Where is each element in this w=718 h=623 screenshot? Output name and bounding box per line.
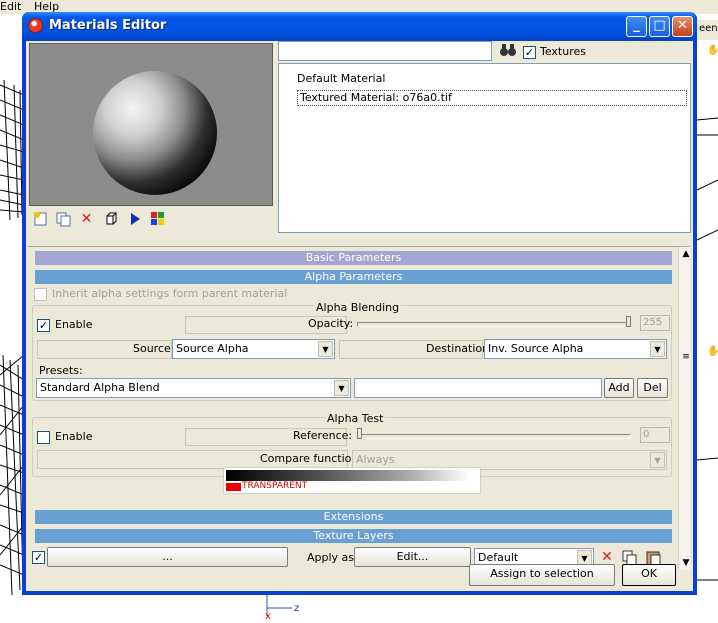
section-extensions[interactable]: Extensions [35, 510, 672, 524]
compare-label: Compare function: [260, 452, 363, 465]
textures-label: Textures [540, 45, 586, 58]
section-basic-parameters[interactable]: Basic Parameters [35, 251, 672, 265]
close-button[interactable]: ✕ [672, 16, 693, 37]
opacity-value: 255 [640, 315, 670, 331]
material-list[interactable]: Default Material Textured Material: o76a… [278, 63, 691, 233]
section-texture-layers[interactable]: Texture Layers [35, 529, 672, 543]
opacity-label: Opacity: [308, 317, 354, 330]
assign-to-selection-button[interactable]: Assign to selection [469, 564, 615, 586]
transparent-swatch [226, 483, 241, 491]
play-icon[interactable] [125, 210, 144, 229]
hand-icon: ✋ [707, 43, 718, 56]
viewport-bottom-left[interactable] [0, 345, 24, 623]
source-label: Source: [133, 342, 175, 355]
test-enable-label: Enable [55, 430, 93, 443]
opacity-slider[interactable] [357, 322, 631, 327]
search-input[interactable] [278, 41, 492, 61]
preview-sphere-render [93, 71, 217, 195]
reference-slider[interactable] [357, 434, 631, 439]
copy-material-icon[interactable] [54, 210, 73, 229]
cube-icon[interactable] [102, 210, 121, 229]
alpha-blending-title: Alpha Blending [314, 301, 402, 314]
source-dropdown[interactable]: Source Alpha ▼ [172, 339, 335, 359]
host-toolbar-strip: een [697, 20, 718, 40]
find-binoculars-icon[interactable] [497, 42, 519, 60]
list-item[interactable]: Textured Material: o76a0.tif [297, 90, 687, 106]
materials-editor-window[interactable]: Materials Editor _ □ ✕ ✕ ✓ Textures Defa… [22, 12, 697, 595]
compare-value: Always [356, 453, 395, 466]
checkmark-icon: ✓ [38, 319, 49, 332]
wireframe-mesh [0, 79, 24, 221]
apply-as-label: Apply as: [307, 551, 358, 564]
test-enable-checkbox[interactable] [37, 431, 50, 444]
chevron-down-icon[interactable]: ▼ [650, 452, 665, 468]
chevron-down-icon[interactable]: ▼ [334, 380, 349, 396]
new-material-icon[interactable] [31, 210, 50, 229]
texture-layer-checkbox[interactable]: ✓ [32, 551, 45, 564]
delete-material-icon[interactable]: ✕ [77, 210, 96, 229]
preset-name-input[interactable] [354, 378, 602, 398]
destination-dropdown[interactable]: Inv. Source Alpha ▼ [484, 339, 667, 359]
properties-scrollbar[interactable]: ▲ ≡ ▼ [678, 247, 690, 570]
presets-label: Presets: [39, 364, 83, 377]
material-preview[interactable] [29, 43, 273, 206]
scroll-down-icon[interactable]: ▼ [679, 556, 690, 570]
chevron-down-icon[interactable]: ▼ [650, 341, 665, 357]
blend-enable-checkbox[interactable]: ✓ [37, 319, 50, 332]
reference-value: 0 [640, 427, 670, 443]
transparent-label: TRANSPARENT [242, 481, 308, 491]
add-preset-button[interactable]: Add [604, 378, 634, 398]
destination-value: Inv. Source Alpha [488, 342, 584, 355]
delete-preset-button[interactable]: Del [637, 378, 668, 398]
ok-button[interactable]: OK [622, 564, 676, 586]
viewport-top-left[interactable] [0, 40, 24, 340]
source-value: Source Alpha [176, 342, 249, 355]
minimize-button[interactable]: _ [626, 16, 647, 37]
chevron-down-icon[interactable]: ▼ [318, 341, 333, 357]
edit-layer-button[interactable]: Edit... [354, 547, 471, 567]
presets-value: Standard Alpha Blend [40, 381, 160, 394]
inherit-alpha-label: Inherit alpha settings form parent mater… [52, 287, 288, 300]
properties-panel: Basic Parameters Alpha Parameters Inheri… [28, 246, 690, 570]
maximize-icon: □ [653, 18, 666, 33]
axis-z-label: z [294, 603, 299, 614]
alpha-gradient-preview: TRANSPARENT [223, 467, 481, 494]
alpha-gradient-bar [226, 470, 469, 481]
viewport-bottom [24, 593, 718, 623]
section-alpha-parameters[interactable]: Alpha Parameters [35, 270, 672, 284]
textures-checkbox[interactable]: ✓ [523, 46, 536, 59]
color-grid-icon[interactable] [148, 210, 167, 229]
host-partial-label: een [699, 23, 718, 34]
opacity-slider-thumb[interactable] [626, 316, 631, 327]
close-icon: ✕ [677, 18, 688, 33]
list-item[interactable]: Default Material [297, 72, 385, 85]
presets-dropdown[interactable]: Standard Alpha Blend ▼ [36, 378, 351, 398]
apply-mode-value: Default [478, 551, 519, 564]
minimize-icon: _ [633, 18, 640, 33]
axis-gizmo: z x [265, 594, 299, 622]
scroll-thumb-icon[interactable]: ≡ [680, 350, 690, 364]
checkmark-icon: ✓ [524, 46, 535, 59]
wireframe-edge: ✋ ✋ [697, 43, 718, 581]
window-client: ✕ ✓ Textures Default Material Textured M… [26, 41, 693, 591]
browse-texture-button[interactable]: ... [47, 547, 288, 567]
wireframe-mesh [0, 354, 24, 596]
reference-slider-thumb[interactable] [357, 428, 362, 439]
scroll-up-icon[interactable]: ▲ [679, 247, 690, 261]
title-bar[interactable]: Materials Editor _ □ ✕ [22, 12, 697, 41]
destination-label: Destination: [426, 342, 493, 355]
checkmark-icon: ✓ [33, 551, 44, 564]
reference-label: Reference: [293, 429, 353, 442]
inherit-alpha-checkbox[interactable] [34, 288, 47, 301]
alpha-test-title: Alpha Test [325, 412, 386, 425]
axis-x-marker: x [265, 611, 271, 622]
maximize-button[interactable]: □ [649, 16, 670, 37]
window-title: Materials Editor [49, 18, 167, 33]
app-icon [28, 18, 43, 33]
menu-edit[interactable]: Edit [0, 0, 21, 13]
viewport-right[interactable]: ✋ ✋ [697, 40, 718, 600]
blend-enable-label: Enable [55, 318, 93, 331]
hand-icon: ✋ [707, 344, 718, 357]
